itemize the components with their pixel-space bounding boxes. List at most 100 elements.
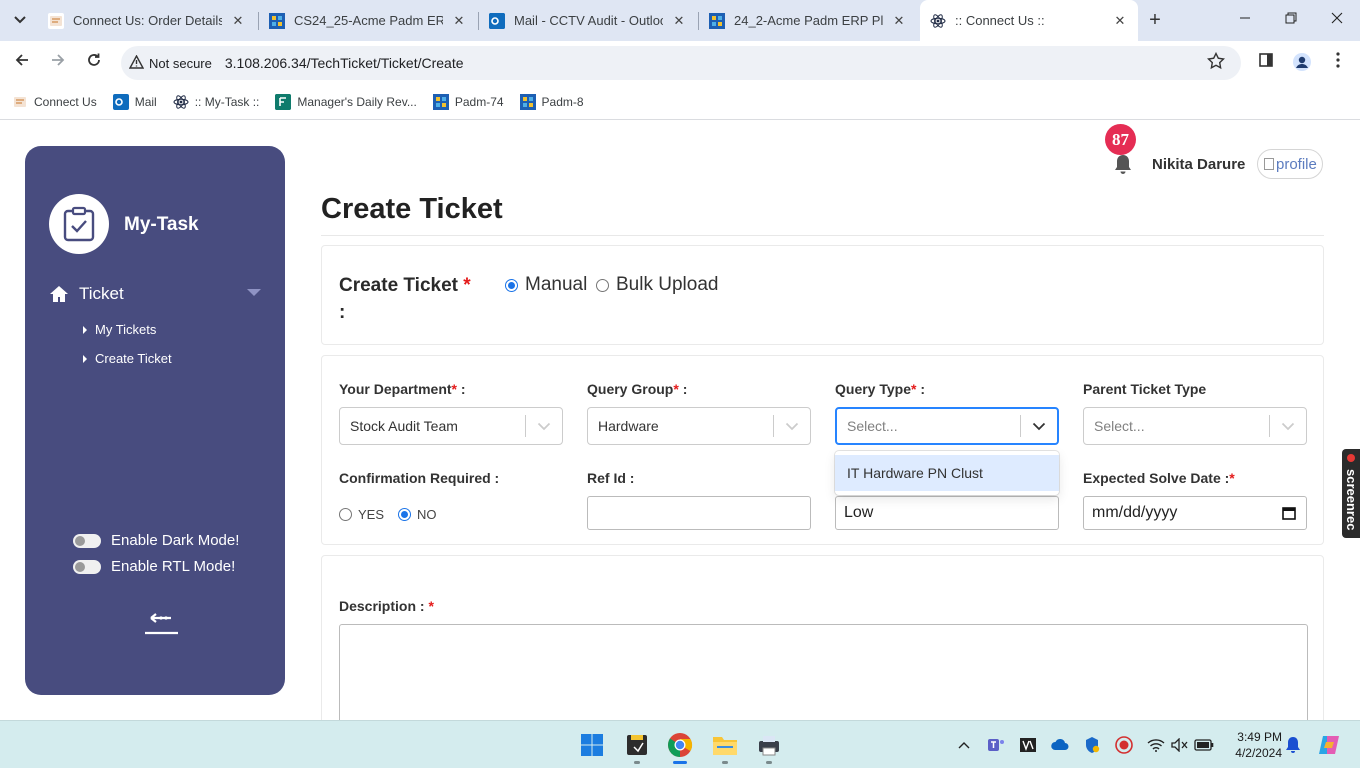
copilot-tray-button[interactable] xyxy=(1316,735,1342,755)
security-label[interactable]: Not secure xyxy=(149,56,212,71)
onedrive-tray-icon[interactable] xyxy=(1050,735,1070,755)
bookmark-star-icon[interactable] xyxy=(1206,51,1226,75)
query-type-option[interactable]: IT Hardware PN Clust xyxy=(835,455,1059,491)
ref-id-input[interactable] xyxy=(587,496,811,530)
address-bar[interactable]: Not secure 3.108.206.34/TechTicket/Ticke… xyxy=(121,46,1241,80)
sidebar-item-ticket[interactable]: Ticket xyxy=(49,281,261,307)
side-panel-button[interactable] xyxy=(1255,52,1277,74)
manual-radio[interactable] xyxy=(505,278,518,292)
url-text[interactable]: 3.108.206.34/TechTicket/Ticket/Create xyxy=(225,55,464,71)
calendar-icon[interactable] xyxy=(1282,506,1296,520)
reload-button[interactable] xyxy=(82,51,106,75)
close-window-button[interactable] xyxy=(1325,8,1349,32)
web-page: My-Task Ticket My Tickets Create Ticket … xyxy=(0,121,1360,720)
sticky-notes-app[interactable] xyxy=(621,729,653,764)
close-icon[interactable]: ✕ xyxy=(891,13,907,29)
browser-tab-3[interactable]: Mail - CCTV Audit - Outlook ✕ xyxy=(479,4,697,37)
description-textarea[interactable] xyxy=(339,624,1308,720)
bulk-upload-radio[interactable] xyxy=(596,278,609,292)
rtl-mode-toggle[interactable] xyxy=(73,559,101,574)
close-icon[interactable]: ✕ xyxy=(230,13,246,29)
wifi-tray-icon[interactable] xyxy=(1146,735,1166,755)
sidebar-subitem-create-ticket[interactable]: Create Ticket xyxy=(83,351,172,366)
parent-ticket-type-select[interactable]: Select... xyxy=(1083,407,1307,445)
browser-menu-button[interactable] xyxy=(1327,52,1349,74)
record-tray-icon[interactable] xyxy=(1114,735,1134,755)
kebab-menu-icon xyxy=(1336,52,1340,68)
close-icon[interactable]: ✕ xyxy=(1112,13,1128,29)
department-select[interactable]: Stock Audit Team xyxy=(339,407,563,445)
bell-icon[interactable] xyxy=(1112,153,1134,175)
browser-tab-5-active[interactable]: :: Connect Us :: ✕ xyxy=(920,0,1138,41)
chrome-app[interactable] xyxy=(664,729,696,764)
restore-button[interactable] xyxy=(1279,8,1303,32)
windows-start-button[interactable] xyxy=(576,729,608,761)
close-icon[interactable]: ✕ xyxy=(671,13,687,29)
bookmark-padm-74[interactable]: Padm-74 xyxy=(432,94,504,110)
chevron-down-icon[interactable] xyxy=(774,422,810,431)
dark-mode-toggle[interactable] xyxy=(73,533,101,548)
tab-title: Connect Us: Order Details xyxy=(73,13,222,28)
bookmark-padm-8[interactable]: Padm-8 xyxy=(519,94,584,110)
show-hidden-icons-button[interactable] xyxy=(954,735,974,755)
bulk-upload-radio-option[interactable]: Bulk Upload xyxy=(596,274,718,296)
clock-date: 4/2/2024 xyxy=(1235,746,1282,760)
broken-image-icon xyxy=(1264,158,1274,170)
forward-button[interactable] xyxy=(46,51,70,75)
screenrec-widget[interactable]: screenrec xyxy=(1342,449,1360,538)
outlook-bookmark-icon xyxy=(112,94,129,110)
bookmark-mail[interactable]: Mail xyxy=(112,94,157,110)
user-name[interactable]: Nikita Darure xyxy=(1152,156,1245,173)
minimize-button[interactable] xyxy=(1233,8,1257,32)
query-type-placeholder[interactable]: Select... xyxy=(837,418,1020,434)
bookmark-my-task[interactable]: :: My-Task :: xyxy=(173,94,259,110)
chevron-down-icon[interactable] xyxy=(1021,422,1057,431)
confirmation-no-radio[interactable] xyxy=(398,508,412,521)
manual-radio-option[interactable]: Manual xyxy=(505,274,587,296)
priority-input[interactable]: Low xyxy=(835,496,1059,530)
page-title: Create Ticket xyxy=(321,193,503,225)
profile-avatar[interactable]: profile xyxy=(1257,149,1323,179)
bookmark-connect-us[interactable]: Connect Us xyxy=(12,94,97,110)
bookmark-label: Padm-8 xyxy=(541,95,584,109)
sidebar-subitem-my-tickets[interactable]: My Tickets xyxy=(83,322,156,337)
brand-logo[interactable] xyxy=(49,194,109,254)
side-panel-icon xyxy=(1259,53,1273,67)
vpn-tray-icon[interactable] xyxy=(1018,735,1038,755)
back-button[interactable] xyxy=(10,51,34,75)
chevron-down-icon[interactable] xyxy=(1270,422,1306,431)
chevron-down-icon xyxy=(14,16,26,24)
profile-button[interactable] xyxy=(1291,52,1313,74)
new-tab-button[interactable]: + xyxy=(1144,9,1166,31)
bookmark-label: Connect Us xyxy=(34,95,97,109)
manual-label: Manual xyxy=(525,274,588,295)
bookmarks-bar: Connect Us Mail :: My-Task :: Manager's … xyxy=(0,85,1360,120)
brand-name[interactable]: My-Task xyxy=(124,214,199,236)
browser-tab-4[interactable]: 24_2-Acme Padm ERP Platfo ✕ xyxy=(699,4,917,37)
security-tray-icon[interactable] xyxy=(1082,735,1102,755)
bookmark-managers-daily[interactable]: Manager's Daily Rev... xyxy=(275,94,417,110)
tab-search-button[interactable] xyxy=(8,9,32,31)
confirmation-yes-radio[interactable] xyxy=(339,508,352,521)
query-type-select[interactable]: Select... xyxy=(835,407,1059,445)
close-icon[interactable]: ✕ xyxy=(451,13,467,29)
department-value: Stock Audit Team xyxy=(350,418,458,434)
chevron-down-icon[interactable] xyxy=(526,422,562,431)
printer-app[interactable] xyxy=(753,729,785,764)
browser-tab-1[interactable]: Connect Us: Order Details ✕ xyxy=(38,4,256,37)
taskbar-clock[interactable]: 3:49 PM 4/2/2024 xyxy=(1212,729,1282,761)
notifications-tray-button[interactable] xyxy=(1283,735,1303,755)
file-explorer-app[interactable] xyxy=(709,729,741,764)
sidebar-collapse-button[interactable] xyxy=(143,609,179,637)
record-dot-icon xyxy=(1347,454,1355,462)
teams-tray-icon[interactable] xyxy=(986,735,1006,755)
windows-start-icon xyxy=(581,734,603,756)
expected-date-input[interactable]: mm/dd/yyyy xyxy=(1083,496,1307,530)
notification-count-badge[interactable]: 87 xyxy=(1105,124,1136,155)
padm-favicon-icon xyxy=(269,12,285,29)
query-group-select[interactable]: Hardware xyxy=(587,407,811,445)
browser-tab-2[interactable]: CS24_25-Acme Padm ERP Pl ✕ xyxy=(259,4,477,37)
battery-tray-icon[interactable] xyxy=(1194,735,1214,755)
volume-muted-tray-icon[interactable] xyxy=(1170,735,1190,755)
confirmation-radio-group: YES NO xyxy=(339,507,451,522)
